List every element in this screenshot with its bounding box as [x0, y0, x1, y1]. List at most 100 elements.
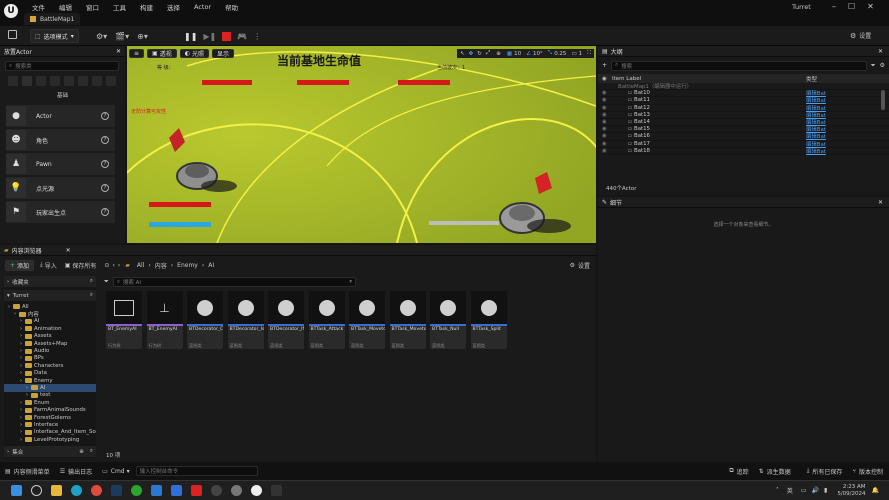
folder-tree-item[interactable]: › Animation: [4, 325, 96, 332]
asset-tile[interactable]: BTTask_MovetoPlayer 蓝图类: [389, 291, 426, 349]
close-icon[interactable]: ✕: [878, 48, 883, 55]
folder-tree-item[interactable]: › Characters: [4, 362, 96, 369]
outliner-row[interactable]: ◉ ▫ Bat15 编辑Bat: [598, 126, 889, 134]
outliner-root-row[interactable]: BattleMap1（编辑器中运行）: [598, 83, 889, 91]
breadcrumb-item[interactable]: AI: [208, 262, 214, 269]
move-icon[interactable]: ✥: [469, 51, 474, 57]
folder-tree-item[interactable]: › All: [4, 303, 96, 310]
search-icon[interactable]: ⌕: [90, 448, 93, 455]
maximize-viewport-icon[interactable]: ⛶: [587, 50, 591, 57]
folder-tree-item[interactable]: › LevelPrototyping: [4, 436, 96, 443]
settings-app-icon[interactable]: [231, 485, 242, 496]
visibility-icon[interactable]: ◉: [598, 141, 628, 147]
cinematics-icon[interactable]: 🎬▾: [115, 32, 129, 41]
visibility-icon[interactable]: ◉: [598, 133, 628, 139]
close-icon[interactable]: ✕: [878, 199, 883, 206]
folder-tree-item[interactable]: › AI: [4, 318, 96, 325]
actor-item[interactable]: ● Actor?: [6, 105, 115, 127]
skip-icon[interactable]: ▶❚: [203, 32, 216, 41]
visibility-icon[interactable]: ◉: [598, 105, 628, 111]
collections-row[interactable]: › 集合 ⊕ ⌕: [4, 446, 96, 457]
help-icon[interactable]: ?: [101, 160, 109, 168]
breadcrumb-item[interactable]: Enemy: [177, 262, 198, 269]
recent-icon[interactable]: [8, 76, 18, 86]
cmd-selector[interactable]: ▭ Cmd ▾: [102, 468, 130, 475]
outliner-row[interactable]: ◉ ▫ Bat13 编辑Bat: [598, 112, 889, 119]
level-viewport[interactable]: ≡ ▣ 透视 ◐ 光照 显示 ↖ ✥ ↻ ⤢ ⊕ ▦ 10 ∠ 10° ⤡ 0.25 ▭ 1…: [127, 46, 596, 243]
visibility-icon[interactable]: ◉: [598, 90, 628, 96]
asset-tile[interactable]: BTTask_Split 蓝图类: [470, 291, 507, 349]
terminal-app-icon[interactable]: [271, 485, 282, 496]
breadcrumb-item[interactable]: All: [137, 262, 144, 269]
asset-tile[interactable]: BT_EnemyAI 行为树: [106, 291, 142, 349]
folder-tree-item[interactable]: › Data: [4, 370, 96, 377]
folder-tree-item[interactable]: › BPs: [4, 355, 96, 362]
help-icon[interactable]: ?: [101, 208, 109, 216]
filter-icon[interactable]: ⏷: [871, 62, 876, 70]
windows-start-icon[interactable]: [11, 485, 22, 496]
unreal-logo-icon[interactable]: U: [4, 4, 18, 18]
folder-tree-item[interactable]: › 内容: [4, 310, 96, 318]
edge-icon[interactable]: [71, 485, 82, 496]
visual-icon[interactable]: [78, 76, 88, 86]
steam-icon[interactable]: [111, 485, 122, 496]
level-tab[interactable]: BattleMap1: [24, 13, 81, 25]
outliner-row[interactable]: ◉ ▫ Bat12 编辑Bat: [598, 105, 889, 112]
show-button[interactable]: 显示: [211, 49, 234, 58]
forward-icon[interactable]: ›: [118, 262, 120, 269]
outliner-scrollbar[interactable]: [881, 90, 885, 110]
add-actor-icon[interactable]: ⊕▾: [137, 32, 148, 41]
menu-actor[interactable]: Actor: [194, 3, 211, 11]
select-icon[interactable]: ↖: [460, 51, 465, 57]
folder-tree-item[interactable]: › test: [4, 392, 96, 399]
gamepad-icon[interactable]: 🎮: [237, 32, 247, 41]
class-search-input[interactable]: ⌕ 搜索类: [5, 61, 119, 71]
world-icon[interactable]: ⊕: [496, 51, 501, 57]
store-icon[interactable]: [171, 485, 182, 496]
volumes-icon[interactable]: [92, 76, 102, 86]
save-icon[interactable]: [8, 30, 17, 39]
angle-icon[interactable]: ∠: [526, 51, 531, 57]
visibility-icon[interactable]: ◉: [598, 119, 628, 125]
cinematic-icon[interactable]: [64, 76, 74, 86]
output-log-button[interactable]: ☰ 输出日志: [60, 467, 92, 476]
mail-icon[interactable]: [151, 485, 162, 496]
xbox-icon[interactable]: [131, 485, 142, 496]
column-type[interactable]: 类型: [806, 75, 817, 83]
close-icon[interactable]: ✕: [116, 48, 121, 55]
asset-tile[interactable]: ⊥ BT_EnemyAI 行为树: [146, 291, 183, 349]
outliner-row[interactable]: ◉ ▫ Bat16 编辑Bat: [598, 133, 889, 141]
folder-tree-item[interactable]: › Assets+Map: [4, 340, 96, 347]
back-icon[interactable]: ‹: [112, 262, 114, 269]
menu-tools[interactable]: 工具: [113, 2, 126, 12]
mode-selector[interactable]: ⬚ 选项模式 ▾: [30, 29, 79, 43]
rotate-icon[interactable]: ↻: [477, 51, 482, 57]
maximize-icon[interactable]: ☐: [848, 2, 855, 11]
shapes-icon[interactable]: [50, 76, 60, 86]
menu-build[interactable]: 构建: [140, 2, 153, 12]
davinci-icon[interactable]: [211, 485, 222, 496]
basic-icon[interactable]: [22, 76, 32, 86]
rotation-snap-value[interactable]: 10°: [533, 51, 543, 57]
grid-icon[interactable]: ▦: [507, 51, 512, 57]
search-icon[interactable]: ⌕: [90, 292, 93, 299]
asset-tile[interactable]: BTTask_Attack 蓝图类: [308, 291, 345, 349]
folder-tree-item[interactable]: › Assets: [4, 333, 96, 340]
add-button[interactable]: + 添加: [5, 259, 35, 271]
folder-tree-item[interactable]: › Audio: [4, 347, 96, 354]
input-language[interactable]: 英: [787, 486, 793, 495]
asset-tile[interactable]: BTDecorator_IfInvincesed 蓝图类: [268, 291, 304, 349]
viewport-menu-button[interactable]: ≡: [129, 49, 145, 58]
battery-icon[interactable]: ▮: [824, 487, 827, 494]
scale-snap-icon[interactable]: ⤡: [548, 50, 552, 57]
outliner-row[interactable]: ◉ ▫ Bat17 编辑Bat: [598, 141, 889, 148]
gear-icon[interactable]: ⚙: [880, 62, 885, 69]
folder-tree-item[interactable]: › Interface: [4, 421, 96, 428]
history-icon[interactable]: ⊙: [104, 262, 109, 269]
asset-tile[interactable]: BTTask_MovetoBase 蓝图类: [349, 291, 385, 349]
actor-item[interactable]: 💡 点光源?: [6, 177, 115, 199]
speaker-icon[interactable]: 🔊: [812, 487, 819, 494]
folder-tree-item[interactable]: › Enemy: [4, 377, 96, 384]
camera-icon[interactable]: ▭: [571, 51, 576, 57]
stop-icon[interactable]: [222, 31, 232, 41]
